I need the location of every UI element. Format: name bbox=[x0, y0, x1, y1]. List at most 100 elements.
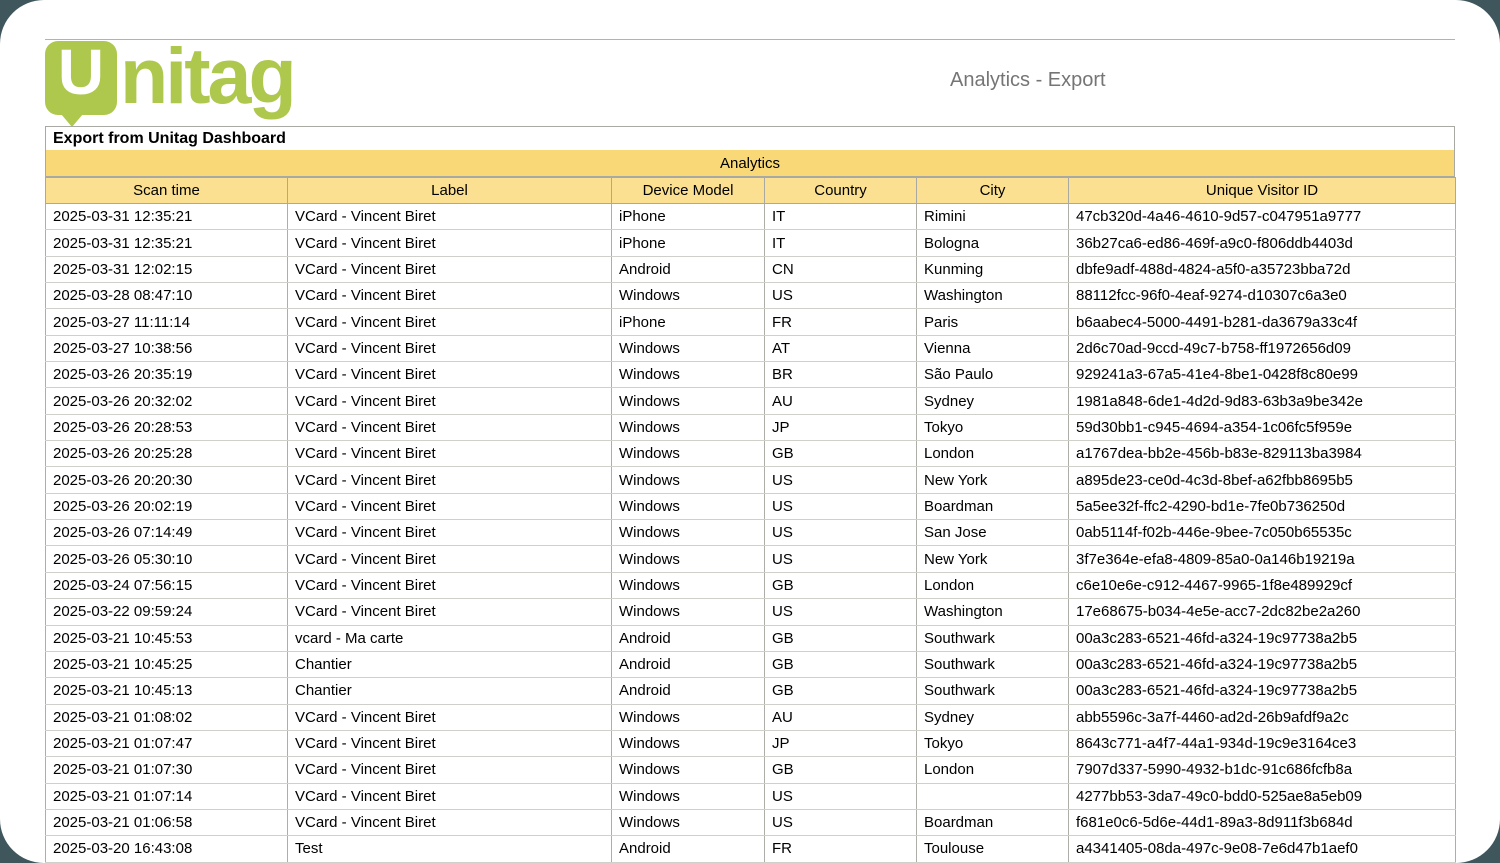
table-cell: Windows bbox=[612, 388, 765, 414]
table-cell: Android bbox=[612, 256, 765, 282]
table-cell: Vienna bbox=[917, 335, 1069, 361]
table-cell: GB bbox=[765, 678, 917, 704]
table-cell: US bbox=[765, 783, 917, 809]
table-cell: FR bbox=[765, 309, 917, 335]
table-cell: 88112fcc-96f0-4eaf-9274-d10307c6a3e0 bbox=[1069, 283, 1456, 309]
table-cell: VCard - Vincent Biret bbox=[288, 520, 612, 546]
table-row: 2025-03-21 01:06:58VCard - Vincent Biret… bbox=[46, 809, 1456, 835]
table-cell: 2025-03-26 20:28:53 bbox=[46, 414, 288, 440]
table-cell: 2025-03-26 20:35:19 bbox=[46, 362, 288, 388]
table-cell: VCard - Vincent Biret bbox=[288, 493, 612, 519]
table-row: 2025-03-21 10:45:53vcard - Ma carteAndro… bbox=[46, 625, 1456, 651]
table-cell: 47cb320d-4a46-4610-9d57-c047951a9777 bbox=[1069, 204, 1456, 230]
table-cell: a1767dea-bb2e-456b-b83e-829113ba3984 bbox=[1069, 441, 1456, 467]
table-cell: 4277bb53-3da7-49c0-bdd0-525ae8a5eb09 bbox=[1069, 783, 1456, 809]
export-page: U nitag Analytics - Export Export from U… bbox=[0, 0, 1500, 863]
table-cell: Boardman bbox=[917, 493, 1069, 519]
table-header-row: Scan timeLabelDevice ModelCountryCityUni… bbox=[46, 178, 1456, 204]
table-cell: London bbox=[917, 572, 1069, 598]
table-cell: 2025-03-26 20:32:02 bbox=[46, 388, 288, 414]
table-cell: VCard - Vincent Biret bbox=[288, 256, 612, 282]
table-cell: BR bbox=[765, 362, 917, 388]
table-cell: Southwark bbox=[917, 678, 1069, 704]
table-cell: Windows bbox=[612, 283, 765, 309]
table-cell: GB bbox=[765, 441, 917, 467]
table-cell: 2025-03-24 07:56:15 bbox=[46, 572, 288, 598]
table-cell: 2025-03-26 20:25:28 bbox=[46, 441, 288, 467]
table-cell: US bbox=[765, 546, 917, 572]
table-cell: Windows bbox=[612, 414, 765, 440]
table-cell: 8643c771-a4f7-44a1-934d-19c9e3164ce3 bbox=[1069, 730, 1456, 756]
table-row: 2025-03-21 10:45:25ChantierAndroidGBSout… bbox=[46, 651, 1456, 677]
logo-letter: U bbox=[45, 35, 117, 109]
table-cell: VCard - Vincent Biret bbox=[288, 204, 612, 230]
table-cell: Washington bbox=[917, 599, 1069, 625]
column-header: Device Model bbox=[612, 178, 765, 204]
table-cell: iPhone bbox=[612, 204, 765, 230]
table-cell: b6aabec4-5000-4491-b281-da3679a33c4f bbox=[1069, 309, 1456, 335]
analytics-section-header: Analytics bbox=[45, 150, 1455, 177]
table-cell: VCard - Vincent Biret bbox=[288, 730, 612, 756]
column-header: Country bbox=[765, 178, 917, 204]
table-cell: c6e10e6e-c912-4467-9965-1f8e489929cf bbox=[1069, 572, 1456, 598]
table-cell: US bbox=[765, 599, 917, 625]
table-row: 2025-03-31 12:35:21VCard - Vincent Biret… bbox=[46, 204, 1456, 230]
table-cell: IT bbox=[765, 230, 917, 256]
table-row: 2025-03-26 07:14:49VCard - Vincent Biret… bbox=[46, 520, 1456, 546]
table-cell: VCard - Vincent Biret bbox=[288, 572, 612, 598]
table-cell: VCard - Vincent Biret bbox=[288, 599, 612, 625]
table-cell: AU bbox=[765, 388, 917, 414]
table-cell: Windows bbox=[612, 546, 765, 572]
table-cell: VCard - Vincent Biret bbox=[288, 467, 612, 493]
table-body: 2025-03-31 12:35:21VCard - Vincent Biret… bbox=[46, 204, 1456, 863]
table-cell: Windows bbox=[612, 572, 765, 598]
table-cell: Sydney bbox=[917, 704, 1069, 730]
table-cell: Toulouse bbox=[917, 836, 1069, 862]
table-cell: Windows bbox=[612, 704, 765, 730]
table-cell: VCard - Vincent Biret bbox=[288, 362, 612, 388]
table-cell: 2025-03-27 10:38:56 bbox=[46, 335, 288, 361]
table-row: 2025-03-26 05:30:10VCard - Vincent Biret… bbox=[46, 546, 1456, 572]
table-cell: AU bbox=[765, 704, 917, 730]
table-cell: Android bbox=[612, 625, 765, 651]
table-row: 2025-03-22 09:59:24VCard - Vincent Biret… bbox=[46, 599, 1456, 625]
table-cell: iPhone bbox=[612, 230, 765, 256]
table-cell: Windows bbox=[612, 809, 765, 835]
table-cell: VCard - Vincent Biret bbox=[288, 309, 612, 335]
table-cell: Windows bbox=[612, 493, 765, 519]
table-cell: Test bbox=[288, 836, 612, 862]
table-row: 2025-03-21 10:45:13ChantierAndroidGBSout… bbox=[46, 678, 1456, 704]
table-cell: VCard - Vincent Biret bbox=[288, 335, 612, 361]
table-cell: 2025-03-31 12:35:21 bbox=[46, 204, 288, 230]
table-cell: 2025-03-31 12:35:21 bbox=[46, 230, 288, 256]
table-cell: Washington bbox=[917, 283, 1069, 309]
table-cell: Windows bbox=[612, 757, 765, 783]
table-cell: 2025-03-31 12:02:15 bbox=[46, 256, 288, 282]
table-cell: Paris bbox=[917, 309, 1069, 335]
export-source-label: Export from Unitag Dashboard bbox=[46, 130, 286, 148]
table-cell: US bbox=[765, 283, 917, 309]
table-cell: Android bbox=[612, 836, 765, 862]
table-cell: VCard - Vincent Biret bbox=[288, 441, 612, 467]
table-cell: 2025-03-21 10:45:13 bbox=[46, 678, 288, 704]
table-cell: Android bbox=[612, 651, 765, 677]
table-cell: Chantier bbox=[288, 678, 612, 704]
table-row: 2025-03-26 20:32:02VCard - Vincent Biret… bbox=[46, 388, 1456, 414]
page-title: Analytics - Export bbox=[950, 69, 1210, 92]
table-row: 2025-03-21 01:07:14VCard - Vincent Biret… bbox=[46, 783, 1456, 809]
table-cell: Southwark bbox=[917, 651, 1069, 677]
analytics-table: Scan timeLabelDevice ModelCountryCityUni… bbox=[45, 177, 1456, 863]
table-cell: Southwark bbox=[917, 625, 1069, 651]
table-cell: VCard - Vincent Biret bbox=[288, 809, 612, 835]
table-cell: Kunming bbox=[917, 256, 1069, 282]
table-cell: 00a3c283-6521-46fd-a324-19c97738a2b5 bbox=[1069, 678, 1456, 704]
table-cell: 2025-03-21 10:45:25 bbox=[46, 651, 288, 677]
table-cell: Chantier bbox=[288, 651, 612, 677]
table-cell: San Jose bbox=[917, 520, 1069, 546]
table-row: 2025-03-21 01:07:47VCard - Vincent Biret… bbox=[46, 730, 1456, 756]
table-cell: 36b27ca6-ed86-469f-a9c0-f806ddb4403d bbox=[1069, 230, 1456, 256]
table-cell: 2025-03-21 10:45:53 bbox=[46, 625, 288, 651]
table-cell: JP bbox=[765, 414, 917, 440]
table-cell: Windows bbox=[612, 599, 765, 625]
table-cell: Rimini bbox=[917, 204, 1069, 230]
